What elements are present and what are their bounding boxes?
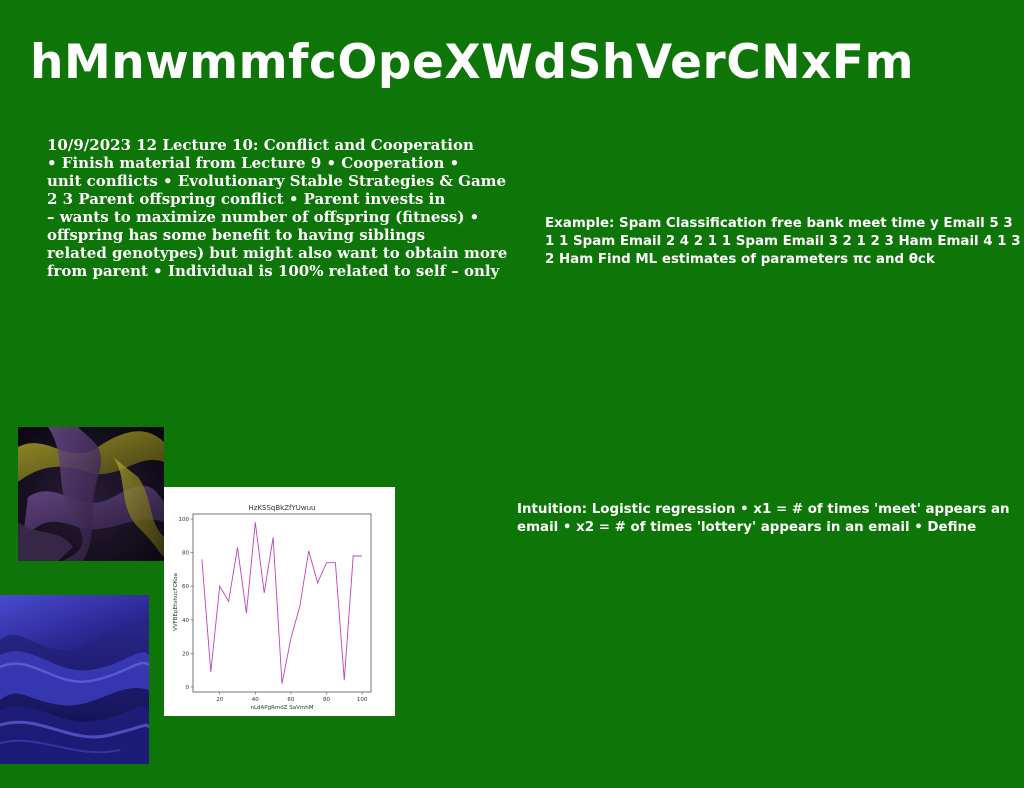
chart-x-label: nLdAPgRmdZ SaVmhM [250,705,313,711]
chart-series-line [201,522,363,684]
text-line: – wants to maximize number of offspring … [47,208,480,226]
spam-example-text: Example: Spam Classification free bank m… [545,216,1021,267]
text-line: from parent • Individual is 100% related… [47,262,500,280]
text-line: 2 3 Parent offspring conflict • Parent i… [47,190,446,208]
page-title: hMnwmmfcOpeXWdShVerCNxFm [30,35,914,90]
y-tick-label: 0 [186,685,190,691]
lecture-text-block: 10/9/2023 12 Lecture 10: Conflict and Co… [47,136,539,280]
y-tick-label: 100 [179,517,190,523]
chart-plot-frame [192,513,372,693]
line-chart: HzKSSqBkZfYUwuu nLdAPgRmdZ SaVmhM VVFBEp… [164,487,395,716]
x-tick-label: 60 [287,697,294,703]
logistic-intuition-text: Intuition: Logistic regression • x1 = # … [517,502,1010,535]
abstract-swirl-image [18,427,164,561]
text-line: related genotypes) but might also want t… [47,244,508,262]
x-tick-label: 20 [216,697,223,703]
chart-title: HzKSSqBkZfYUwuu [249,504,316,512]
chart-svg: HzKSSqBkZfYUwuu nLdAPgRmdZ SaVmhM VVFBEp… [173,504,372,711]
abstract-waves-image [0,595,149,764]
y-tick-label: 40 [182,618,189,624]
y-tick-label: 80 [182,551,189,557]
text-line: unit conflicts • Evolutionary Stable Str… [47,172,507,190]
text-line: offspring has some benefit to having sib… [47,226,426,244]
x-tick-label: 100 [357,697,368,703]
chart-y-label: VVFBEpEtvhucFOKoa [173,573,179,631]
text-line: 10/9/2023 12 Lecture 10: Conflict and Co… [47,136,474,154]
text-line: • Finish material from Lecture 9 • Coope… [47,154,460,172]
x-tick-label: 40 [252,697,259,703]
y-tick-label: 60 [182,584,189,590]
x-tick-label: 80 [323,697,330,703]
y-tick-label: 20 [182,651,189,657]
